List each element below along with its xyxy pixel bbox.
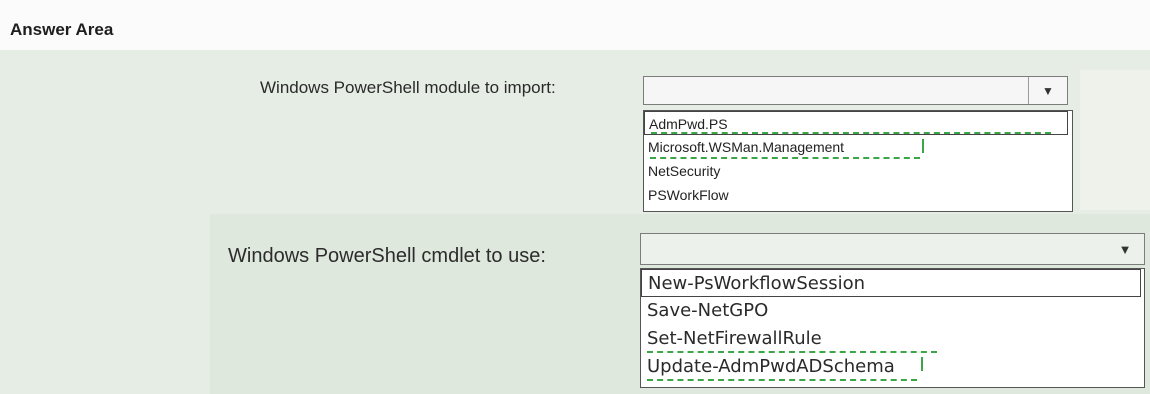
cmdlet-option[interactable]: New-PsWorkflowSession xyxy=(641,269,1141,297)
module-option-label: PSWorkFlow xyxy=(648,187,729,203)
answer-highlight xyxy=(651,132,1051,134)
module-question-label: Windows PowerShell module to import: xyxy=(260,78,556,97)
module-option[interactable]: Microsoft.WSMan.Management xyxy=(644,135,1072,159)
module-options-list: AdmPwd.PS Microsoft.WSMan.Management Net… xyxy=(643,110,1073,212)
answer-area-title: Answer Area xyxy=(10,20,114,39)
module-option[interactable]: PSWorkFlow xyxy=(644,183,1072,207)
cmdlet-option-label: Update-AdmPwdADSchema xyxy=(647,356,895,377)
answer-highlight-marker xyxy=(921,357,923,371)
cmdlet-option[interactable]: Update-AdmPwdADSchema xyxy=(641,353,1144,381)
module-option[interactable]: NetSecurity xyxy=(644,159,1072,183)
answer-highlight-marker xyxy=(922,139,924,153)
cmdlet-question-label: Windows PowerShell cmdlet to use: xyxy=(228,245,546,267)
module-option-label: Microsoft.WSMan.Management xyxy=(648,139,845,155)
module-dropdown[interactable]: ▼ xyxy=(643,76,1068,105)
cmdlet-option-label: Set-NetFirewallRule xyxy=(647,328,822,349)
cmdlet-options-list: New-PsWorkflowSession Save-NetGPO Set-Ne… xyxy=(640,268,1145,388)
module-option-label: NetSecurity xyxy=(648,163,721,179)
cmdlet-option-label: Save-NetGPO xyxy=(647,300,769,321)
cmdlet-option[interactable]: Set-NetFirewallRule xyxy=(641,325,1144,353)
chevron-down-icon[interactable]: ▼ xyxy=(1106,234,1144,264)
module-option-label: AdmPwd.PS xyxy=(649,116,728,132)
chevron-down-icon[interactable]: ▼ xyxy=(1028,77,1067,104)
cmdlet-option-label: New-PsWorkflowSession xyxy=(648,273,866,294)
answer-highlight xyxy=(647,379,917,381)
cmdlet-option[interactable]: Save-NetGPO xyxy=(641,297,1144,325)
cmdlet-dropdown[interactable]: ▼ xyxy=(640,233,1145,265)
module-option[interactable]: AdmPwd.PS xyxy=(644,111,1068,135)
background-blank xyxy=(1080,70,1150,210)
